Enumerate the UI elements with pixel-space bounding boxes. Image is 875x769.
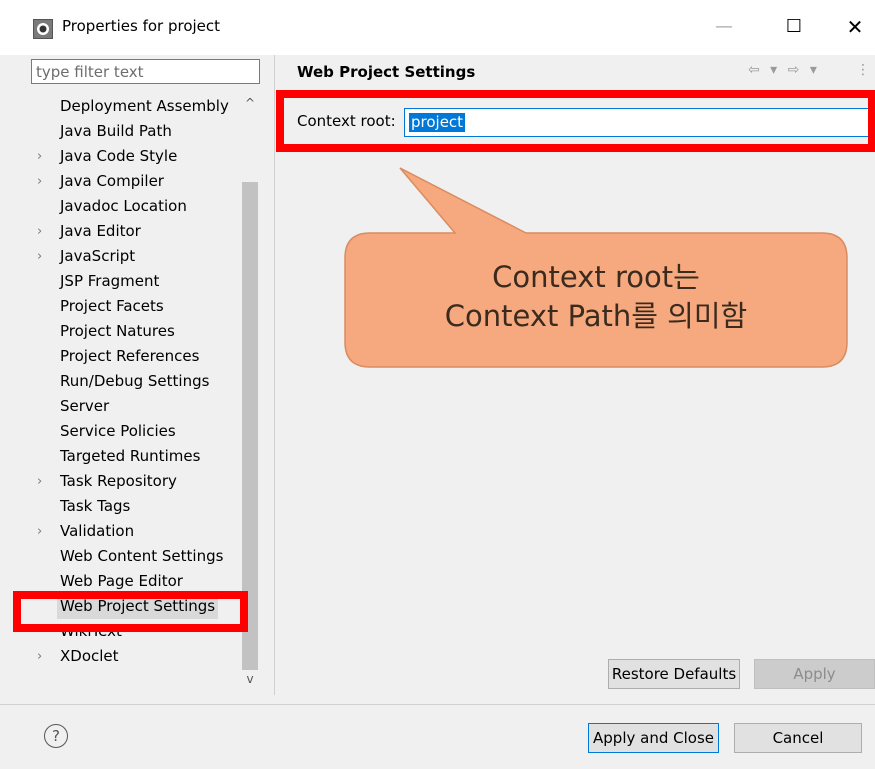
callout-bubble xyxy=(344,167,848,368)
cancel-button[interactable]: Cancel xyxy=(734,723,862,753)
footer-divider xyxy=(0,704,875,705)
restore-defaults-button[interactable]: Restore Defaults xyxy=(608,659,740,689)
apply-button[interactable]: Apply xyxy=(754,659,875,689)
callout-line-1: Context root는 xyxy=(492,260,700,294)
help-icon[interactable]: ? xyxy=(44,724,68,748)
callout-line-2: Context Path를 의미함 xyxy=(444,299,748,333)
apply-and-close-button[interactable]: Apply and Close xyxy=(588,723,719,753)
